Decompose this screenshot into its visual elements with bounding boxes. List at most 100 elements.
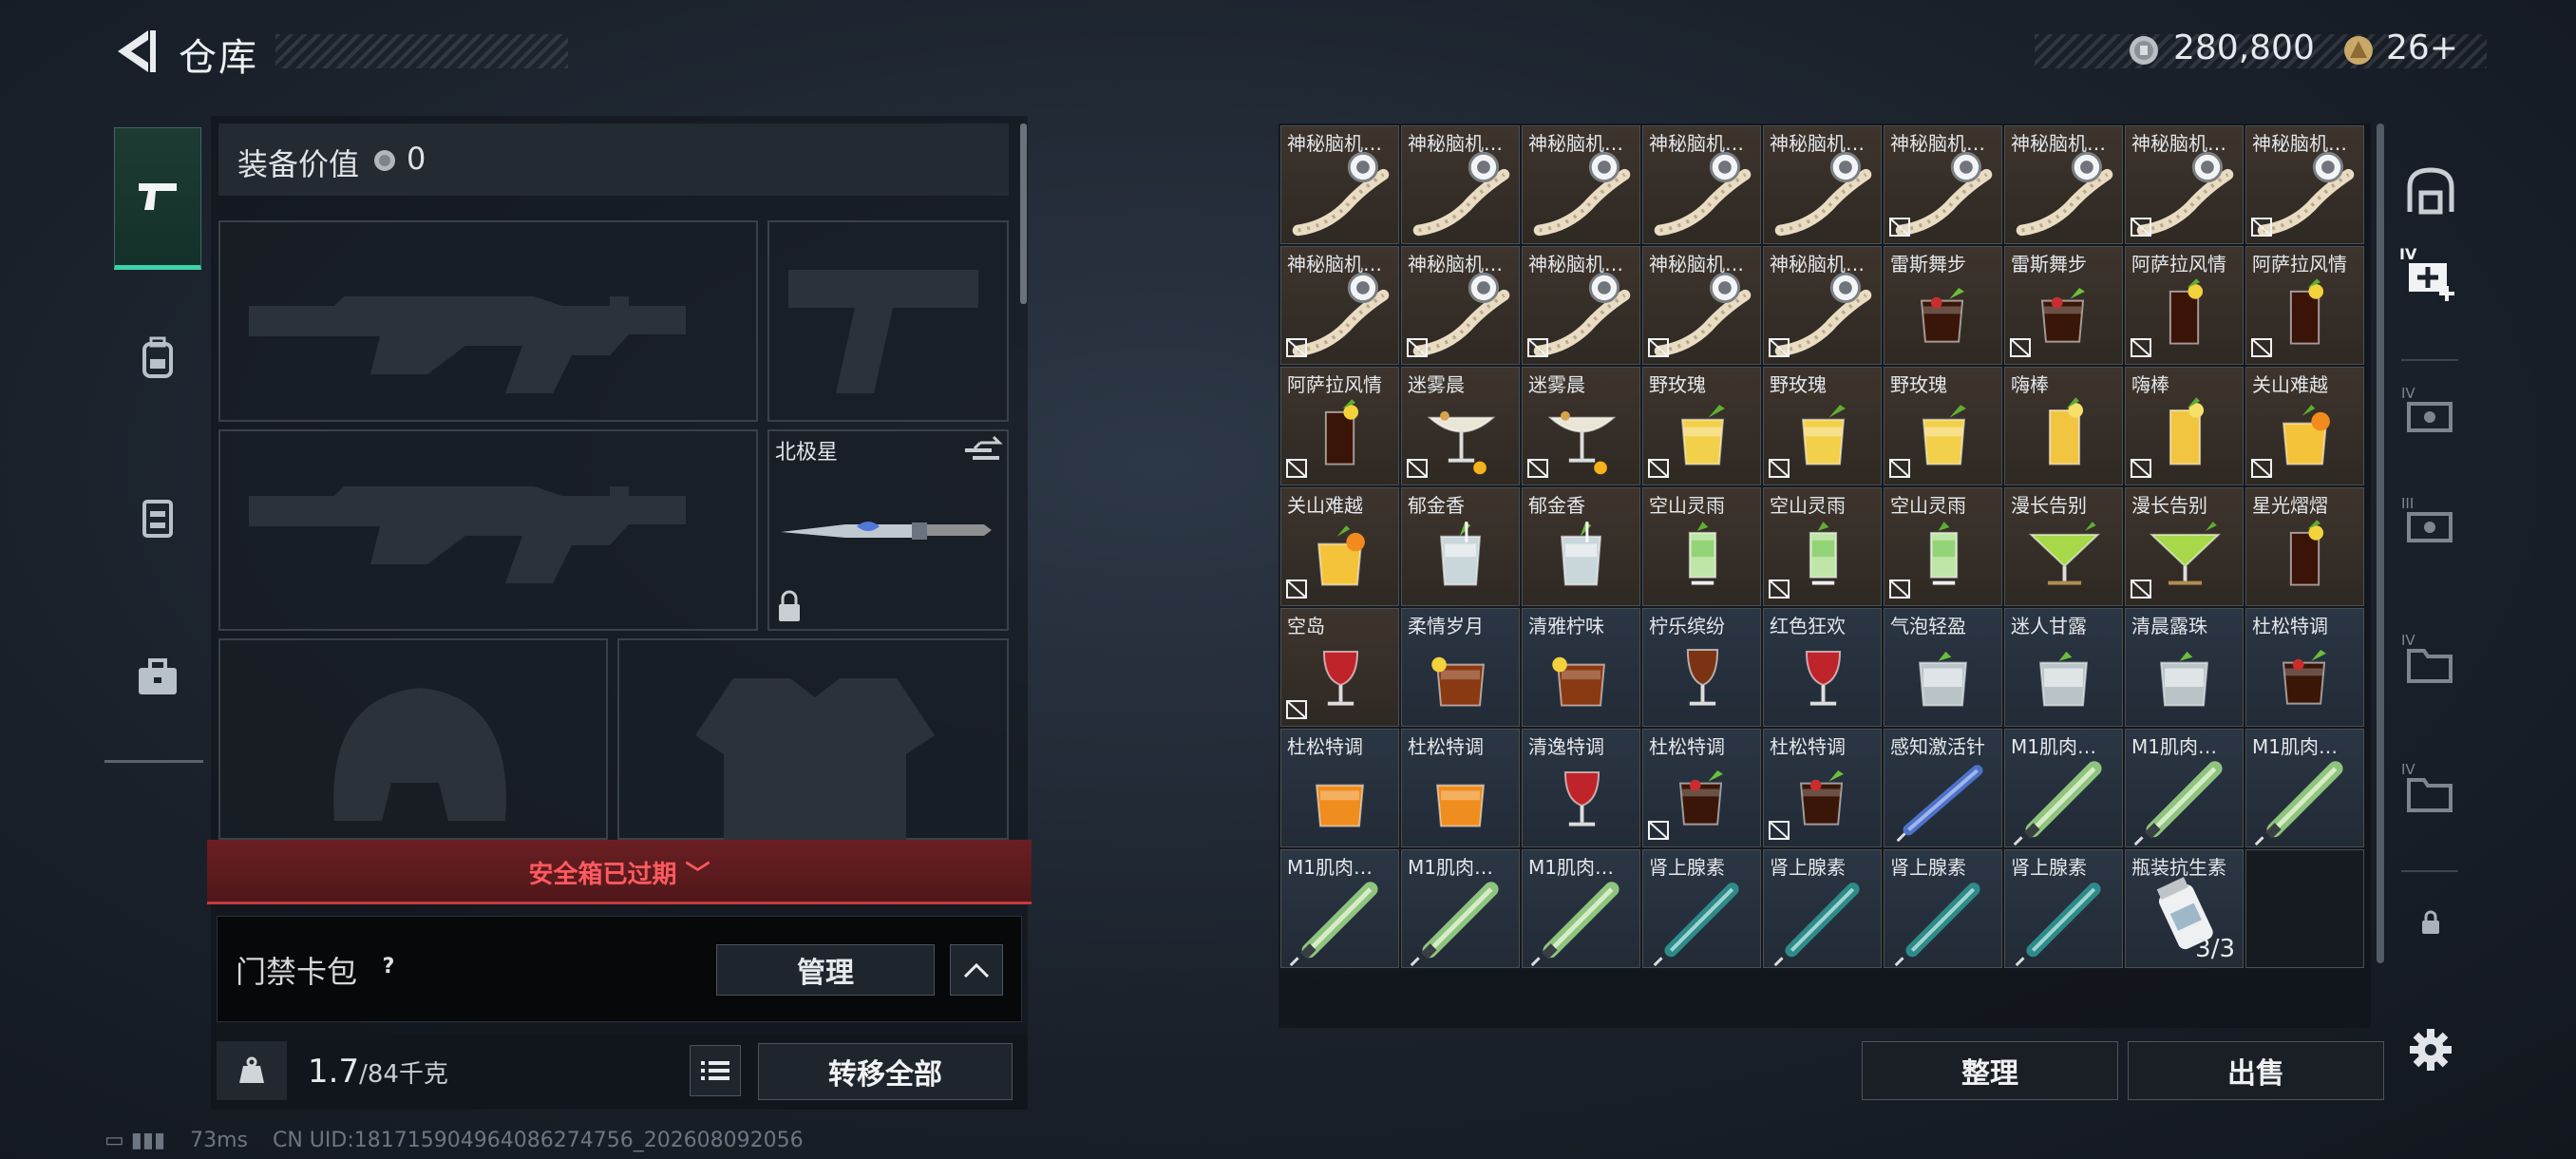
inventory-item[interactable]: 瓶装抗生素 3/3 bbox=[2125, 849, 2244, 968]
inventory-item[interactable]: 杜松特调 bbox=[1642, 729, 1761, 847]
no-trade-icon bbox=[1286, 459, 1307, 478]
inventory-item[interactable]: 雷斯舞步 bbox=[2004, 246, 2123, 365]
inventory-item[interactable]: 感知激活针 bbox=[1884, 729, 2002, 847]
inventory-item[interactable]: 关山难越 bbox=[2245, 367, 2364, 485]
inventory-item[interactable]: 空岛 bbox=[1280, 608, 1399, 727]
secondary-weapon-slot[interactable] bbox=[218, 429, 758, 631]
inventory-item[interactable]: 杜松特调 bbox=[1763, 729, 1882, 847]
inventory-item[interactable]: 红色狂欢 bbox=[1763, 608, 1882, 727]
nav-backpack[interactable] bbox=[114, 287, 201, 429]
inventory-grid: 神秘脑机… 神秘脑机… 神秘脑机… 神秘脑机… 神秘脑机… 神秘脑机… 神秘脑机… bbox=[1280, 125, 2367, 969]
inventory-item[interactable]: M1肌肉… bbox=[1522, 849, 1640, 968]
inventory-item[interactable]: 气泡轻盈 bbox=[1884, 608, 2002, 727]
toolbox-icon bbox=[139, 658, 177, 694]
folder-slot-iv-tab-2[interactable]: IV bbox=[2397, 747, 2464, 832]
inventory-item[interactable]: M1肌肉… bbox=[1401, 849, 1520, 968]
nav-chest-rig[interactable] bbox=[114, 446, 201, 589]
inventory-scrollbar[interactable] bbox=[2377, 124, 2384, 963]
inventory-item[interactable]: 神秘脑机… bbox=[1280, 125, 1399, 244]
folder-slot-iv-tab[interactable]: IV bbox=[2397, 618, 2464, 703]
item-name: 神秘脑机… bbox=[1890, 132, 1985, 155]
card-pack-label: 门禁卡包 bbox=[236, 954, 358, 990]
inventory-item[interactable]: M1肌肉… bbox=[1280, 849, 1399, 968]
empty-slot[interactable] bbox=[2245, 849, 2364, 968]
inventory-item[interactable]: 神秘脑机… bbox=[2125, 125, 2244, 244]
item-name: 漫长告别 bbox=[2011, 494, 2087, 517]
inventory-item[interactable]: 柠乐缤纷 bbox=[1642, 608, 1761, 727]
inventory-item[interactable]: 嗨棒 bbox=[2125, 367, 2244, 485]
settings-button[interactable] bbox=[2397, 1007, 2464, 1092]
armor-slot[interactable] bbox=[617, 638, 1009, 840]
add-slot-tab[interactable]: IV bbox=[2397, 232, 2464, 317]
sell-button[interactable]: 出售 bbox=[2128, 1041, 2384, 1100]
inventory-item[interactable]: M1肌肉… bbox=[2125, 729, 2244, 847]
inventory-item[interactable]: 迷人甘露 bbox=[2004, 608, 2123, 727]
safe-box-tab[interactable] bbox=[2397, 148, 2464, 234]
case-slot-iii-tab[interactable]: III bbox=[2397, 481, 2464, 566]
inventory-item[interactable]: 神秘脑机… bbox=[1522, 246, 1640, 365]
collapse-button[interactable] bbox=[950, 944, 1003, 996]
inventory-item[interactable]: 神秘脑机… bbox=[1763, 125, 1882, 244]
inventory-item[interactable]: 神秘脑机… bbox=[1522, 125, 1640, 244]
inventory-item[interactable]: 神秘脑机… bbox=[2245, 125, 2364, 244]
inventory-item[interactable]: 空山灵雨 bbox=[1642, 487, 1761, 606]
nav-toolbox[interactable] bbox=[114, 606, 201, 749]
case-slot-iv-tab[interactable]: IV bbox=[2397, 370, 2464, 456]
sort-button[interactable]: 整理 bbox=[1862, 1041, 2118, 1100]
inventory-item[interactable]: M1肌肉… bbox=[2004, 729, 2123, 847]
manage-button[interactable]: 管理 bbox=[716, 944, 935, 996]
inventory-item[interactable]: 肾上腺素 bbox=[1884, 849, 2002, 968]
inventory-item[interactable]: 神秘脑机… bbox=[1401, 125, 1520, 244]
inventory-item[interactable]: 杜松特调 bbox=[1280, 729, 1399, 847]
inventory-item[interactable]: 神秘脑机… bbox=[1401, 246, 1520, 365]
inventory-item[interactable]: 郁金香 bbox=[1522, 487, 1640, 606]
loadout-scrollbar[interactable] bbox=[1020, 124, 1027, 304]
inventory-item[interactable]: 雷斯舞步 bbox=[1884, 246, 2002, 365]
inventory-item[interactable]: 神秘脑机… bbox=[1642, 125, 1761, 244]
inventory-item[interactable]: 星光熠熠 bbox=[2245, 487, 2364, 606]
help-icon[interactable]: ? bbox=[372, 950, 405, 982]
no-trade-icon bbox=[2010, 338, 2031, 357]
inventory-item[interactable]: 清晨露珠 bbox=[2125, 608, 2244, 727]
inventory-item[interactable]: 野玫瑰 bbox=[1884, 367, 2002, 485]
inventory-item[interactable]: 迷雾晨 bbox=[1522, 367, 1640, 485]
pistol-slot[interactable] bbox=[767, 220, 1009, 422]
inventory-item[interactable]: 空山灵雨 bbox=[1884, 487, 2002, 606]
inventory-item[interactable]: 迷雾晨 bbox=[1401, 367, 1520, 485]
inventory-item[interactable]: 野玫瑰 bbox=[1763, 367, 1882, 485]
inventory-item[interactable]: 杜松特调 bbox=[2245, 608, 2364, 727]
inventory-item[interactable]: 野玫瑰 bbox=[1642, 367, 1761, 485]
list-view-button[interactable] bbox=[690, 1045, 741, 1096]
inventory-item[interactable]: 神秘脑机… bbox=[2004, 125, 2123, 244]
inventory-item[interactable]: 清雅柠味 bbox=[1522, 608, 1640, 727]
inventory-item[interactable]: 柔情岁月 bbox=[1401, 608, 1520, 727]
inventory-item[interactable]: 杜松特调 bbox=[1401, 729, 1520, 847]
inventory-item[interactable]: 漫长告别 bbox=[2004, 487, 2123, 606]
transfer-all-button[interactable]: 转移全部 bbox=[758, 1043, 1013, 1100]
inventory-item[interactable]: 神秘脑机… bbox=[1280, 246, 1399, 365]
primary-weapon-slot[interactable] bbox=[218, 220, 758, 422]
inventory-item[interactable]: 肾上腺素 bbox=[1763, 849, 1882, 968]
inventory-item[interactable]: 阿萨拉风情 bbox=[2125, 246, 2244, 365]
inventory-item[interactable]: 阿萨拉风情 bbox=[1280, 367, 1399, 485]
inventory-item[interactable]: 关山难越 bbox=[1280, 487, 1399, 606]
inventory-item[interactable]: M1肌肉… bbox=[2245, 729, 2364, 847]
inventory-item[interactable]: 神秘脑机… bbox=[1642, 246, 1761, 365]
inventory-item[interactable]: 神秘脑机… bbox=[1884, 125, 2002, 244]
safe-box-banner[interactable]: 安全箱已过期 ﹀ bbox=[207, 840, 1032, 904]
inventory-item[interactable]: 神秘脑机… bbox=[1763, 246, 1882, 365]
inventory-item[interactable]: 空山灵雨 bbox=[1763, 487, 1882, 606]
inventory-item[interactable]: 郁金香 bbox=[1401, 487, 1520, 606]
inventory-item[interactable]: 嗨棒 bbox=[2004, 367, 2123, 485]
nav-weapons[interactable] bbox=[114, 127, 201, 270]
inventory-item[interactable]: 阿萨拉风情 bbox=[2245, 246, 2364, 365]
inventory-item[interactable]: 漫长告别 bbox=[2125, 487, 2244, 606]
inventory-item[interactable]: 清逸特调 bbox=[1522, 729, 1640, 847]
lock-icon bbox=[779, 590, 800, 621]
back-button[interactable] bbox=[103, 21, 163, 82]
no-trade-icon bbox=[1648, 459, 1669, 478]
nav-divider bbox=[104, 760, 203, 763]
inventory-item[interactable]: 肾上腺素 bbox=[1642, 849, 1761, 968]
inventory-item[interactable]: 肾上腺素 bbox=[2004, 849, 2123, 968]
helmet-slot[interactable] bbox=[218, 638, 608, 840]
